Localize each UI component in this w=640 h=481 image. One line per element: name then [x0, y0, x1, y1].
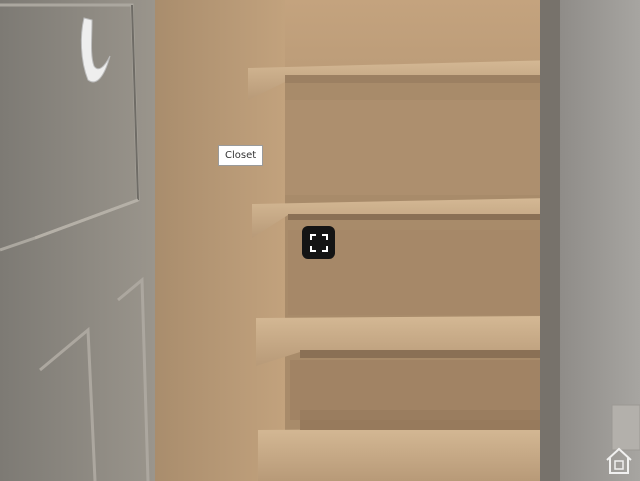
fullscreen-expand-icon	[309, 233, 328, 252]
house-logo-icon	[606, 447, 632, 474]
closet-hotspot-label[interactable]: Closet	[218, 145, 264, 166]
fullscreen-button[interactable]	[302, 226, 335, 259]
shelf	[258, 410, 545, 481]
photo-viewer[interactable]: Closet	[0, 0, 640, 481]
